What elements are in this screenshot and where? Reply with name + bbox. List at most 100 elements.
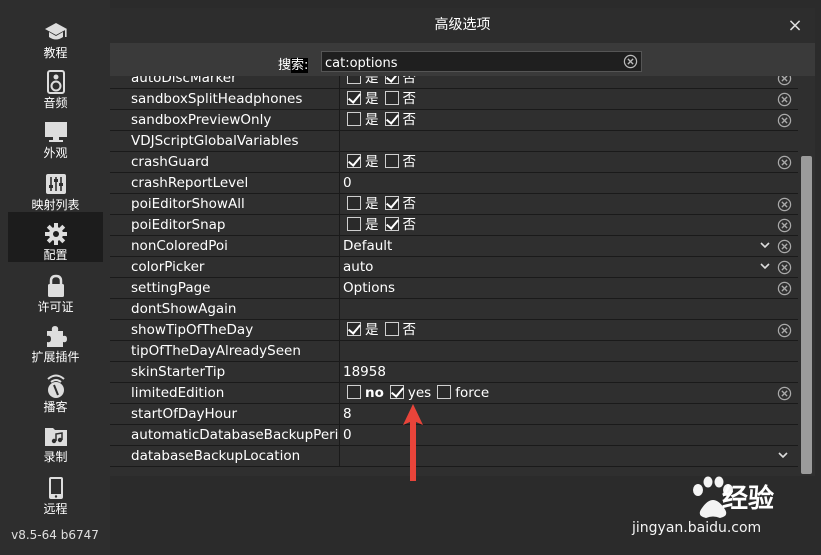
option-key: settingPage — [131, 280, 211, 296]
clear-value-icon[interactable] — [777, 92, 792, 111]
search-input[interactable] — [322, 54, 615, 73]
checkbox-label: 是 — [365, 76, 379, 86]
scrollbar-thumb[interactable] — [801, 156, 812, 474]
column-divider — [339, 383, 340, 404]
sidebar-item[interactable]: 远程 — [8, 466, 103, 516]
clear-value-icon[interactable] — [777, 323, 792, 342]
no-checkbox[interactable] — [347, 385, 361, 399]
no-checkbox[interactable] — [384, 322, 399, 336]
watermark-cn: 经验 — [722, 484, 775, 514]
column-divider — [339, 89, 340, 110]
option-value[interactable]: 18958 — [343, 362, 386, 382]
yes-checkbox[interactable] — [347, 154, 361, 168]
checkbox-label: 否 — [402, 196, 417, 212]
force-checkbox[interactable] — [437, 385, 452, 399]
dialog-titlebar: 高级选项 × — [110, 8, 815, 43]
clear-value-icon[interactable] — [777, 218, 792, 237]
no-checkbox[interactable] — [384, 217, 399, 231]
clear-value-icon[interactable] — [777, 281, 792, 300]
column-divider — [339, 299, 340, 320]
checkbox-label: 是 — [365, 91, 379, 107]
scrollbar[interactable] — [798, 76, 815, 476]
column-divider — [339, 257, 340, 278]
no-checkbox[interactable] — [384, 154, 399, 168]
option-row: settingPage Options — [110, 278, 798, 299]
option-row: VDJScriptGlobalVariables — [110, 131, 798, 152]
clear-value-icon[interactable] — [777, 113, 792, 132]
sidebar-item[interactable]: 教程 — [8, 10, 103, 60]
version-label: v8.5-64 b6747 — [11, 528, 99, 542]
sidebar-item-label: 映射列表 — [31, 198, 80, 212]
option-select[interactable]: auto — [343, 257, 373, 277]
option-select[interactable]: Default — [343, 236, 392, 256]
sidebar-item-label: 外观 — [43, 146, 68, 160]
column-divider — [339, 404, 340, 425]
yes-checkbox[interactable] — [347, 196, 361, 210]
monitor-icon — [43, 120, 69, 144]
sidebar-item[interactable]: 外观 — [8, 110, 103, 160]
checkbox-label: 否 — [402, 154, 417, 170]
yes-checkbox[interactable] — [347, 112, 361, 126]
option-row: skinStarterTip 18958 — [110, 362, 798, 383]
option-key: poiEditorShowAll — [131, 196, 245, 212]
yes-checkbox[interactable] — [389, 385, 404, 399]
checkbox-label: 是 — [365, 322, 379, 338]
option-key: autoDiscMarker — [131, 76, 237, 86]
sidebar-item-label: 扩展插件 — [31, 350, 80, 364]
sidebar-item[interactable]: 播客 — [8, 364, 103, 414]
sidebar-item[interactable]: 音频 — [8, 60, 103, 110]
option-value[interactable]: 0 — [343, 173, 352, 193]
option-value: 是否 — [347, 76, 422, 88]
option-row: sandboxPreviewOnly 是否 — [110, 110, 798, 131]
option-row: limitedEdition no yes force — [110, 383, 798, 404]
sidebar-item[interactable]: 许可证 — [8, 264, 103, 314]
option-key: colorPicker — [131, 259, 205, 275]
sidebar-item[interactable]: 配置 — [8, 212, 103, 262]
column-divider — [339, 173, 340, 194]
yes-checkbox[interactable] — [347, 76, 361, 84]
podcast-icon — [43, 374, 69, 398]
yes-checkbox[interactable] — [347, 91, 361, 105]
option-value: 是否 — [347, 110, 422, 130]
chevron-down-icon[interactable] — [760, 261, 770, 274]
checkbox-label: no — [365, 385, 384, 401]
chevron-down-icon[interactable] — [778, 450, 788, 463]
no-checkbox[interactable] — [384, 91, 399, 105]
sidebar-item[interactable]: 扩展插件 — [8, 314, 103, 364]
option-key: sandboxSplitHeadphones — [131, 91, 303, 107]
clear-value-icon[interactable] — [777, 155, 792, 174]
sidebar-item-label: 录制 — [43, 450, 68, 464]
sidebar-item[interactable]: 录制 — [8, 414, 103, 464]
option-value[interactable]: Options — [343, 278, 395, 298]
option-value[interactable]: 0 — [343, 425, 352, 445]
clear-value-icon[interactable] — [777, 76, 792, 90]
puzzle-icon — [43, 324, 69, 348]
option-value: 是否 — [347, 215, 422, 235]
option-value[interactable]: 8 — [343, 404, 352, 424]
clear-value-icon[interactable] — [777, 260, 792, 279]
column-divider — [339, 152, 340, 173]
column-divider — [339, 341, 340, 362]
sidebar: 教程 音频外观映射列表 配置 许可证扩展插件 播客录制远程 — [0, 0, 110, 555]
gear-icon — [43, 222, 69, 246]
chevron-down-icon[interactable] — [760, 240, 770, 253]
clear-value-icon[interactable] — [777, 197, 792, 216]
close-button[interactable]: × — [785, 16, 805, 36]
option-key: limitedEdition — [131, 385, 225, 401]
clear-search-icon[interactable] — [623, 54, 638, 73]
option-row: colorPicker auto — [110, 257, 798, 278]
yes-checkbox[interactable] — [347, 322, 361, 336]
checkbox-label: 是 — [365, 196, 379, 212]
clear-value-icon[interactable] — [777, 239, 792, 258]
clear-value-icon[interactable] — [777, 386, 792, 405]
column-divider — [339, 194, 340, 215]
no-checkbox[interactable] — [384, 112, 399, 126]
option-row: poiEditorSnap 是否 — [110, 215, 798, 236]
sidebar-item-label: 教程 — [43, 46, 68, 60]
yes-checkbox[interactable] — [347, 217, 361, 231]
option-key: databaseBackupLocation — [131, 448, 301, 464]
column-divider — [339, 76, 340, 89]
sidebar-item[interactable]: 映射列表 — [8, 162, 103, 212]
no-checkbox[interactable] — [384, 196, 399, 210]
no-checkbox[interactable] — [384, 76, 399, 84]
